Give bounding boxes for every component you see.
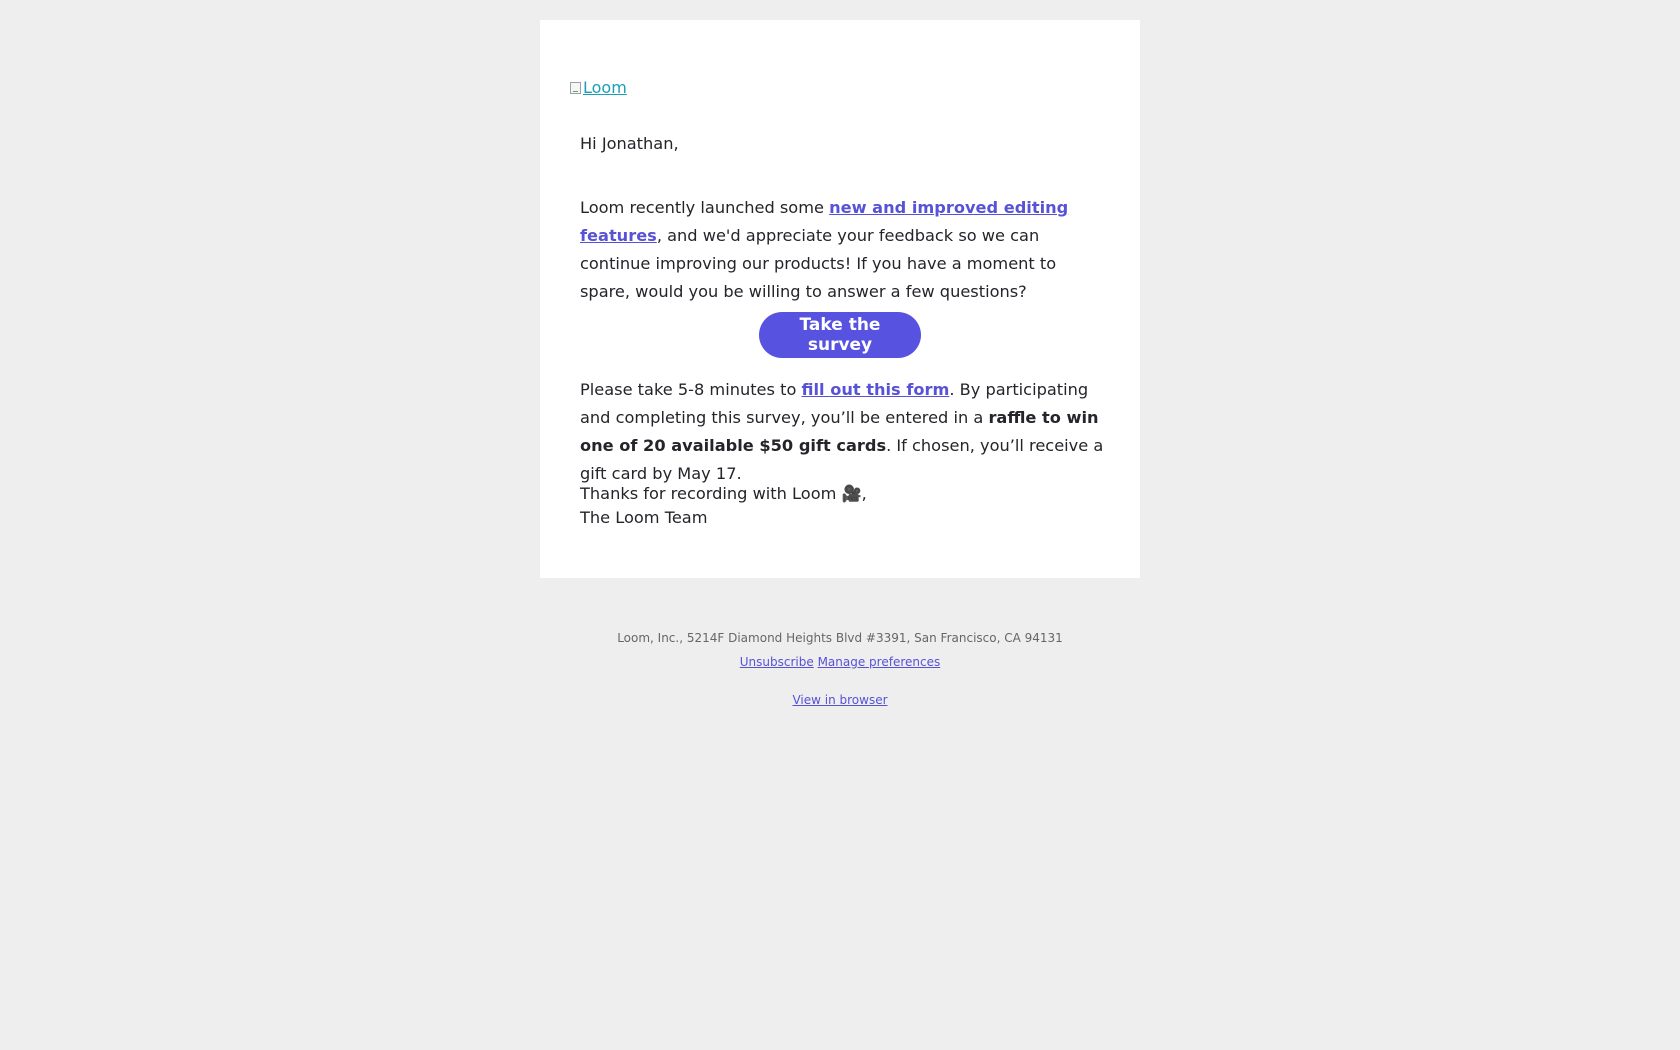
greeting: Hi Jonathan, <box>580 134 679 153</box>
form-text-before: Please take 5-8 minutes to <box>580 380 802 399</box>
view-in-browser-row: View in browser <box>540 690 1140 710</box>
signoff-line-1: Thanks for recording with Loom 🎥, <box>580 484 867 503</box>
broken-image-icon <box>570 81 581 94</box>
manage-preferences-link[interactable]: Manage preferences <box>818 655 941 669</box>
signoff: Thanks for recording with Loom 🎥, The Lo… <box>580 482 867 530</box>
intro-paragraph: Loom recently launched some new and impr… <box>580 194 1110 306</box>
fill-out-form-link[interactable]: fill out this form <box>802 380 950 399</box>
footer-links: Unsubscribe Manage preferences <box>540 652 1140 672</box>
view-in-browser-link[interactable]: View in browser <box>792 693 887 707</box>
signoff-line-2: The Loom Team <box>580 508 708 527</box>
email-card: Loom Hi Jonathan, Loom recently launched… <box>540 20 1140 578</box>
company-address: Loom, Inc., 5214F Diamond Heights Blvd #… <box>617 631 1063 645</box>
email-footer: Loom, Inc., 5214F Diamond Heights Blvd #… <box>540 628 1140 710</box>
intro-text-before: Loom recently launched some <box>580 198 830 217</box>
email-page: Loom Hi Jonathan, Loom recently launched… <box>0 0 1680 1050</box>
loom-logo-link[interactable]: Loom <box>570 78 627 97</box>
cta-wrapper: Take the survey <box>580 312 1100 358</box>
form-paragraph: Please take 5-8 minutes to fill out this… <box>580 376 1110 488</box>
logo-alt-text: Loom <box>583 78 627 97</box>
take-survey-button[interactable]: Take the survey <box>759 312 921 358</box>
unsubscribe-link[interactable]: Unsubscribe <box>740 655 814 669</box>
